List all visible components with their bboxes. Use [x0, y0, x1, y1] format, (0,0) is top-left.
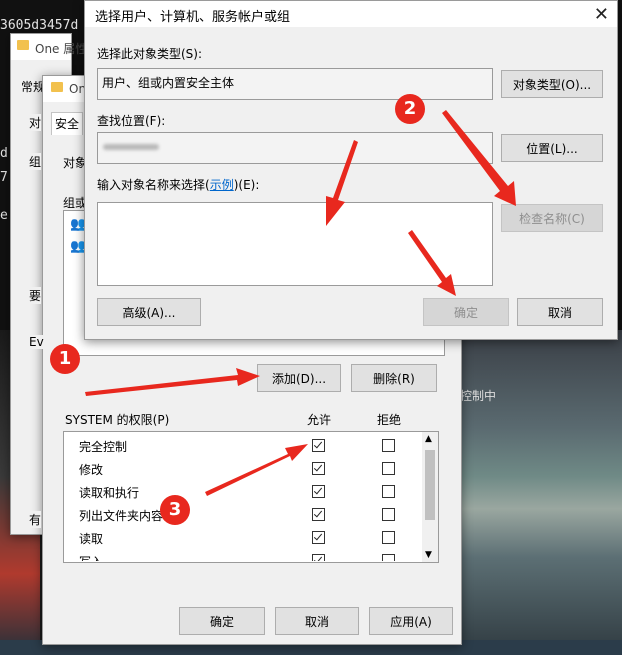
step-badge-1: 1 — [50, 344, 80, 374]
step-badge-3: 3 — [160, 495, 190, 525]
arrow-to-ok-button — [408, 230, 456, 296]
arrow-to-add-button — [85, 368, 260, 396]
arrow-to-allow-checkbox — [205, 444, 308, 496]
annotation-arrows — [85, 110, 516, 496]
step-badge-2: 2 — [395, 94, 425, 124]
arrow-to-input-box — [326, 140, 358, 226]
arrow-to-check-names — [442, 110, 516, 206]
